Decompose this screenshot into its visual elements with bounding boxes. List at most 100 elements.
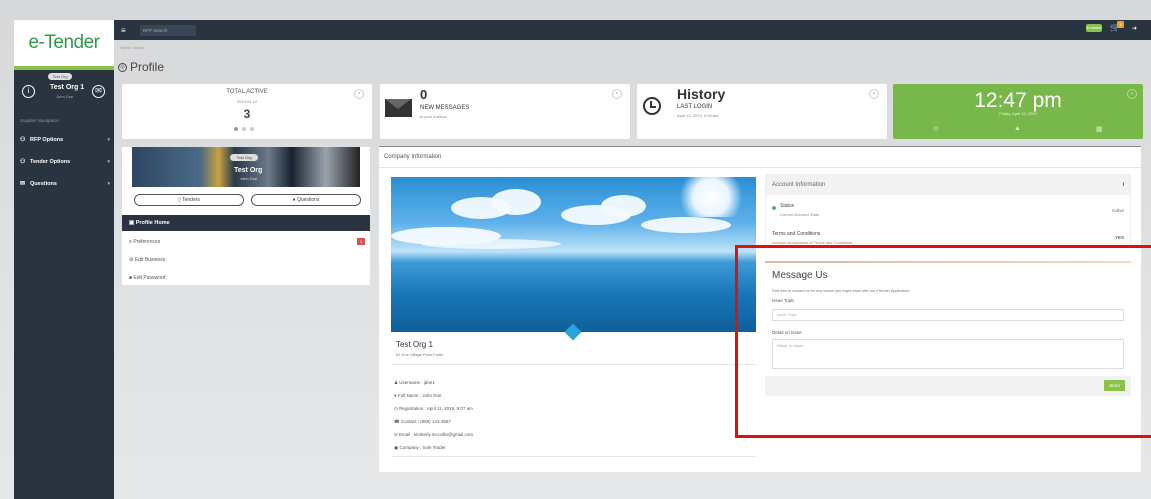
- profile-panel: Test Org Test Org John Doe ▯ Tenders ● Q…: [122, 147, 370, 285]
- logo-text: e-Tender: [28, 32, 101, 53]
- divider: [391, 364, 756, 365]
- history-sub: April 12, 2019, 9:20 am: [677, 113, 719, 118]
- banner-org-name: Test Org: [234, 167, 263, 174]
- clock-date: Friday, April 12, 2019: [999, 111, 1037, 116]
- status-key: Status: [780, 203, 795, 209]
- close-icon[interactable]: ×: [1127, 89, 1137, 99]
- account-info-title: Account Information: [766, 175, 1130, 195]
- close-icon[interactable]: ×: [612, 89, 622, 99]
- messages-label: NEW MESSAGES: [420, 105, 470, 111]
- menu-item-edit-business[interactable]: ⚙ Edit Business: [129, 257, 365, 263]
- detail-text: Full Name : John Doe: [397, 393, 442, 398]
- profile-home-label: Profile Home: [135, 220, 170, 226]
- users-icon: ⚇: [20, 137, 26, 143]
- info-icon[interactable]: i: [22, 85, 35, 98]
- history-title: History: [677, 86, 726, 102]
- info-icon[interactable]: i: [1123, 182, 1124, 188]
- preferences-count-badge: 1: [357, 238, 365, 245]
- detail-text: Company : Sole Trader: [399, 445, 446, 450]
- page-title-text: Profile: [130, 60, 165, 74]
- banner-org-badge: Test Org: [230, 154, 258, 161]
- messages-card: 0 NEW MESSAGES in your mailbox ×: [380, 84, 630, 139]
- search-input[interactable]: RFP Search: [140, 25, 196, 36]
- chevron-down-icon: ▾: [107, 180, 110, 187]
- questions-button-label: Questions: [296, 197, 320, 203]
- chevron-down-icon: ▾: [107, 158, 110, 165]
- top-bar: ≡ RFP Search Enabled 🛒 1 ➜: [114, 20, 1151, 40]
- tenders-button[interactable]: ▯ Tenders: [134, 194, 244, 206]
- sidebar-user-name: Test Org 1: [50, 84, 85, 91]
- total-active-date: 2019-04-12: [236, 99, 258, 104]
- detail-email: ✉ Email : kimberly.mccollin@gmail.com: [394, 432, 473, 438]
- status-value: Active: [1111, 208, 1124, 213]
- breadcrumb: Home / Active: [120, 45, 145, 50]
- sidebar-nav-title: Supplier Navigation: [20, 118, 60, 123]
- status-desc: Current Account State: [780, 212, 820, 217]
- history-card: History LAST LOGIN April 12, 2019, 9:20 …: [637, 84, 887, 139]
- sidebar-user: i Test Org 1 John Doe ✉: [22, 83, 108, 103]
- mail-icon: ✉: [20, 181, 26, 187]
- menu-item-label: Edit Business: [134, 257, 166, 263]
- detail-text: Username : jdoe1: [399, 380, 435, 385]
- home-icon: ▣: [129, 220, 136, 226]
- bell-icon[interactable]: ▲: [1014, 125, 1021, 132]
- detail-contact: ☎ Contact : (868) 123-4567: [394, 419, 451, 425]
- envelope-icon: [385, 99, 412, 117]
- messages-sub: in your mailbox: [420, 114, 447, 119]
- detail-text: Registration : April 11, 2019, 9:07 am: [399, 406, 473, 411]
- status-dot-icon: [772, 206, 776, 210]
- messages-count: 0: [420, 87, 428, 102]
- questions-button[interactable]: ● Questions: [251, 194, 361, 206]
- menu-item-label: Edit Password: [133, 275, 166, 281]
- terms-value: YES: [1114, 235, 1124, 240]
- profile-icon: ◎: [118, 62, 127, 72]
- sidebar-user-sub: John Doe: [56, 94, 74, 99]
- detail-text: Contact : (868) 123-4567: [400, 419, 451, 424]
- detail-company: ▣ Company : Sole Trader: [394, 445, 446, 451]
- chevron-down-icon: ▾: [107, 136, 110, 143]
- sidebar-org-badge: Test Org: [48, 73, 72, 80]
- company-name: Test Org 1: [396, 340, 433, 349]
- detail-username: ♟ Username : jdoe1: [394, 380, 435, 386]
- clock-icon: [643, 97, 661, 115]
- clock-card: 12:47 pm Friday, April 12, 2019 ⊙ ▲ ▦ ×: [893, 84, 1143, 139]
- sidebar-item-label: Tender Options: [30, 158, 71, 165]
- company-info-header: Company Information: [379, 146, 1141, 168]
- terms-key: Terms and Conditions: [772, 231, 821, 237]
- calendar-icon[interactable]: ▦: [1096, 125, 1103, 133]
- sidebar-item-label: RFP Options: [30, 136, 64, 143]
- detail-registration: ◷ Registration : April 11, 2019, 9:07 am: [394, 406, 473, 412]
- profile-home-menu-header[interactable]: ▣ Profile Home: [122, 215, 370, 231]
- carousel-dots[interactable]: [234, 127, 254, 131]
- tenders-button-label: Tenders: [182, 197, 200, 203]
- menu-item-edit-password[interactable]: ■ Edit Password: [129, 275, 365, 281]
- status-badge: Enabled: [1086, 24, 1102, 32]
- close-icon[interactable]: ×: [869, 89, 879, 99]
- company-cover-image: [391, 177, 756, 332]
- logo[interactable]: e-Tender: [14, 20, 114, 66]
- account-info-box: Account Information i Status Current Acc…: [765, 174, 1131, 248]
- users-icon: ⚇: [20, 159, 26, 165]
- total-active-count: 3: [243, 107, 251, 121]
- sidebar-item-questions[interactable]: ✉ Questions ▾: [20, 180, 110, 188]
- settings-icon[interactable]: ⊙: [933, 125, 939, 133]
- menu-item-preferences[interactable]: ≡ Preferences 1: [129, 238, 365, 245]
- total-active-title: TOTAL ACTIVE: [226, 89, 268, 95]
- history-label: LAST LOGIN: [677, 104, 713, 110]
- sidebar-item-label: Questions: [30, 180, 57, 187]
- phone-icon: ☎: [394, 419, 401, 424]
- company-address: 81 Doe Village Point Fortin: [396, 352, 444, 357]
- cart-count-badge: 1: [1117, 21, 1124, 28]
- sidebar-accent-bar: [14, 66, 114, 70]
- menu-icon[interactable]: ≡: [121, 26, 126, 35]
- clock-time: 12:47 pm: [974, 89, 1062, 112]
- close-icon[interactable]: ×: [354, 89, 364, 99]
- sidebar-item-tender-options[interactable]: ⚇ Tender Options ▾: [20, 158, 110, 166]
- divider: [391, 456, 756, 457]
- highlight-rectangle: [735, 245, 1151, 438]
- page-title: ◎ Profile: [118, 60, 164, 74]
- mail-icon[interactable]: ✉: [92, 85, 105, 98]
- sidebar-item-rfp-options[interactable]: ⚇ RFP Options ▾: [20, 136, 110, 144]
- logout-icon[interactable]: ➜: [1132, 25, 1137, 32]
- detail-text: Email : kimberly.mccollin@gmail.com: [399, 432, 474, 437]
